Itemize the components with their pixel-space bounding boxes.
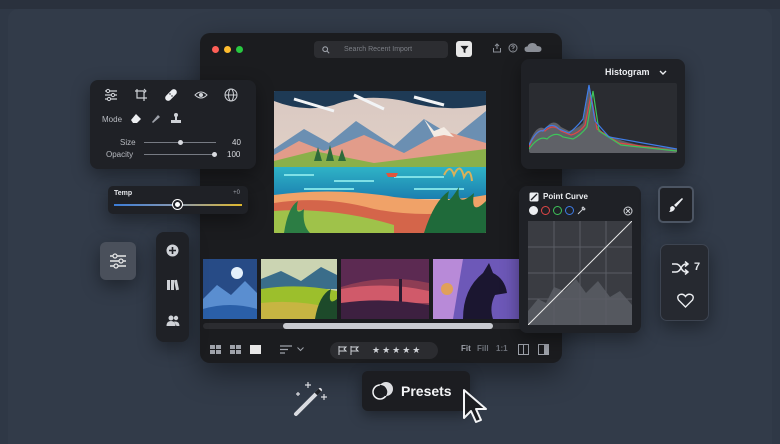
histogram-graph — [529, 83, 677, 153]
edit-tools-panel: Mode Size 40 Opacity 100 — [90, 80, 256, 169]
channel-rgb[interactable] — [529, 206, 538, 215]
sort-icon[interactable] — [280, 345, 292, 354]
fit-button[interactable]: Fit — [461, 344, 471, 353]
temp-panel: Temp +0 — [108, 186, 248, 214]
target-icon[interactable] — [623, 206, 633, 216]
channel-green[interactable] — [553, 206, 562, 215]
presets-icon — [372, 382, 393, 400]
people-button[interactable] — [164, 312, 181, 329]
globe-icon[interactable] — [224, 88, 238, 102]
brush-icon — [669, 197, 683, 212]
channel-blue[interactable] — [565, 206, 574, 215]
people-icon — [166, 315, 179, 326]
sliders-icon[interactable] — [104, 88, 118, 102]
split-view-icon[interactable] — [538, 344, 549, 355]
size-label: Size — [120, 138, 136, 147]
main-photo[interactable] — [274, 91, 486, 233]
opacity-slider-knob[interactable] — [212, 152, 217, 157]
cursor-icon — [463, 389, 487, 423]
library-icon — [167, 279, 179, 291]
temp-value: +0 — [233, 190, 240, 196]
minimize-window-button[interactable] — [224, 46, 231, 53]
temp-label: Temp — [114, 190, 133, 197]
filter-icon — [459, 45, 469, 53]
histogram-title: Histogram — [605, 67, 650, 77]
filmstrip-scrollbar[interactable] — [203, 323, 559, 329]
thumbnail[interactable] — [433, 259, 521, 319]
eyedropper-icon[interactable] — [577, 206, 586, 215]
size-value: 40 — [232, 138, 241, 147]
scrollbar-thumb[interactable] — [283, 323, 493, 329]
share-count: 7 — [694, 261, 701, 273]
one-to-one-button[interactable]: 1:1 — [496, 344, 508, 353]
grid-view-icon[interactable] — [210, 345, 221, 354]
thumbnail[interactable] — [261, 259, 337, 319]
brush-icon[interactable] — [150, 112, 162, 124]
thumbnail[interactable] — [341, 259, 429, 319]
detail-view-icon[interactable] — [250, 345, 261, 354]
compare-icon[interactable] — [518, 344, 529, 355]
stamp-icon[interactable] — [170, 112, 182, 124]
magic-wand-icon — [294, 382, 327, 416]
top-strip — [0, 0, 780, 9]
rating-control: ★★★★★ — [330, 342, 438, 359]
add-button[interactable] — [164, 242, 181, 259]
opacity-value: 100 — [227, 150, 241, 159]
healing-icon[interactable] — [164, 88, 178, 102]
point-curve-panel: Point Curve — [519, 186, 641, 333]
size-slider-knob[interactable] — [178, 140, 183, 145]
share-icon[interactable] — [492, 42, 502, 53]
share-panel: 7 — [660, 244, 709, 321]
eye-icon[interactable] — [194, 88, 208, 102]
search-placeholder: Search Recent Import — [344, 46, 413, 53]
thumbnail[interactable] — [203, 259, 257, 319]
library-button[interactable] — [164, 276, 181, 293]
fill-button[interactable]: Fill — [477, 344, 489, 353]
curve-icon — [529, 192, 539, 202]
plus-icon — [166, 244, 179, 257]
sliders-icon — [110, 253, 126, 269]
brush-button[interactable] — [658, 186, 694, 223]
close-window-button[interactable] — [212, 46, 219, 53]
histogram-panel: Histogram — [521, 59, 685, 169]
mode-label: Mode — [102, 115, 123, 124]
temp-slider-knob[interactable] — [173, 200, 182, 209]
transform-icon[interactable] — [134, 88, 148, 102]
shuffle-icon[interactable] — [671, 261, 689, 275]
flag-icon[interactable] — [338, 346, 360, 355]
zoom-window-button[interactable] — [236, 46, 243, 53]
opacity-label: Opacity — [106, 150, 134, 159]
bottom-toolbar: ★★★★★ Fit Fill 1:1 — [200, 337, 562, 363]
search-icon — [318, 45, 334, 54]
point-curve-title: Point Curve — [543, 192, 588, 201]
adjust-button[interactable] — [100, 242, 136, 280]
opacity-slider[interactable] — [144, 152, 217, 157]
channel-red[interactable] — [541, 206, 550, 215]
filter-button[interactable] — [456, 41, 472, 57]
presets-button[interactable]: Presets — [362, 371, 470, 411]
cloud-icon[interactable] — [524, 42, 542, 53]
heart-icon[interactable] — [677, 293, 694, 308]
filmstrip — [203, 259, 559, 319]
help-icon[interactable] — [508, 43, 518, 53]
star-rating[interactable]: ★★★★★ — [372, 345, 422, 356]
presets-label: Presets — [401, 383, 452, 399]
size-slider[interactable] — [144, 140, 216, 145]
search-input[interactable]: Search Recent Import — [314, 41, 448, 58]
chevron-down-icon[interactable] — [297, 347, 304, 352]
curve-graph[interactable] — [527, 220, 633, 326]
eraser-icon[interactable] — [130, 112, 142, 124]
square-grid-icon[interactable] — [230, 345, 241, 354]
title-bar: Search Recent Import — [200, 33, 562, 67]
chevron-down-icon[interactable] — [659, 70, 667, 76]
side-toolbar — [156, 232, 189, 342]
